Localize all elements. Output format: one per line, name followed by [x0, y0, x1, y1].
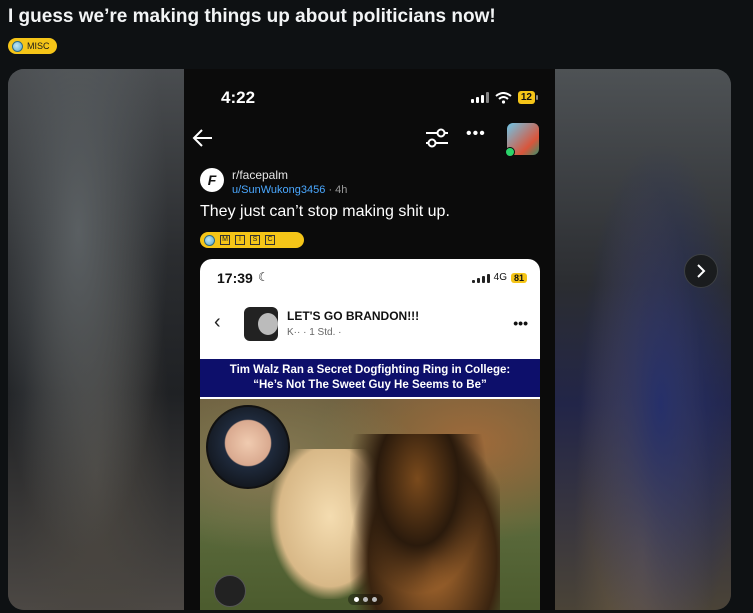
- subreddit-name: r/facepalm: [232, 168, 289, 182]
- flair-emoji-icon: [12, 40, 23, 52]
- flair-letter: S: [250, 235, 260, 245]
- gallery-blur-background-left: [8, 69, 184, 610]
- sliders-icon: [426, 128, 448, 148]
- back-arrow-icon: [192, 129, 212, 147]
- status-bar-icons: 12: [470, 91, 539, 104]
- embedded-screenshot: 17:39 ☾ 4G 81 ‹ LET'S GO BRANDON!!! K·· …: [200, 259, 540, 610]
- embedded-status-icons: 4G 81: [471, 272, 527, 283]
- embedded-battery: 81: [510, 272, 527, 283]
- signal-icon: [470, 92, 489, 103]
- battery-indicator: 12: [517, 91, 539, 104]
- more-options-icon: •••: [513, 315, 528, 331]
- more-options-icon: •••: [466, 125, 486, 142]
- german-shepherd-figure: [350, 434, 500, 610]
- poster-avatar: [214, 575, 246, 607]
- politician-portrait: [206, 405, 290, 489]
- headline-line-2: “He’s Not The Sweet Guy He Seems to Be”: [253, 379, 487, 391]
- article-headline: Tim Walz Ran a Secret Dogfighting Ring i…: [200, 359, 540, 397]
- gallery-image: 4:22 12 ••• F r/facepalm u/SunWukong3456…: [184, 69, 555, 610]
- moon-icon: ☾: [258, 270, 269, 284]
- post-age: 4h: [335, 184, 348, 196]
- network-label: 4G: [493, 272, 507, 283]
- post-title: I guess we’re making things up about pol…: [8, 6, 496, 27]
- carousel-dots: [348, 594, 383, 605]
- signal-icon: [471, 272, 490, 283]
- subreddit-logo-icon: F: [200, 168, 224, 192]
- subreddit-header: F r/facepalm u/SunWukong3456 · 4h: [200, 168, 347, 196]
- post-author: u/SunWukong3456: [232, 184, 326, 196]
- embedded-status-time: 17:39: [217, 270, 253, 286]
- app-navbar: •••: [184, 121, 555, 157]
- page-name: LET'S GO BRANDON!!!: [287, 309, 420, 323]
- article-photo: [200, 399, 540, 610]
- page-avatar: [244, 307, 278, 341]
- flair-emoji-icon: [204, 234, 215, 246]
- image-gallery[interactable]: 4:22 12 ••• F r/facepalm u/SunWukong3456…: [8, 69, 731, 610]
- page-meta: K·· · 1 Std. ·: [287, 327, 342, 338]
- chevron-left-icon: ‹: [214, 311, 221, 333]
- user-avatar-icon: [505, 123, 539, 157]
- screenshot-flair: M I S C: [200, 232, 304, 248]
- gallery-blur-background-right: [555, 69, 731, 610]
- screenshot-post-title: They just can’t stop making shit up.: [200, 203, 450, 220]
- flair-letter: M: [220, 235, 230, 245]
- wifi-icon: [495, 91, 512, 104]
- chevron-right-icon: [697, 264, 706, 278]
- gallery-next-button[interactable]: [684, 254, 718, 288]
- status-bar-time: 4:22: [221, 88, 256, 107]
- flair-label: MISC: [27, 41, 50, 51]
- headline-line-1: Tim Walz Ran a Secret Dogfighting Ring i…: [229, 364, 511, 376]
- post-flair[interactable]: MISC: [8, 38, 57, 54]
- flair-letter: C: [265, 235, 275, 245]
- flair-letter: I: [235, 235, 245, 245]
